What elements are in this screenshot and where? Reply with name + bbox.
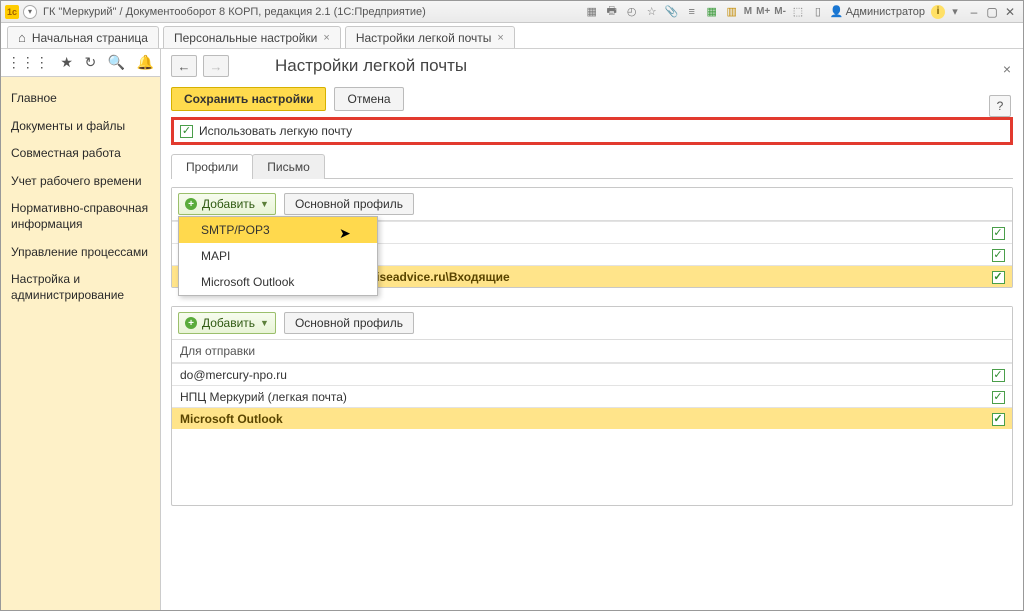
bell-icon[interactable]: 🔔 [137, 54, 154, 71]
use-light-mail-checkbox[interactable] [180, 125, 193, 138]
dropdown-item-smtp[interactable]: SMTP/POP3 [179, 217, 377, 243]
row-checkbox[interactable] [988, 389, 1008, 404]
print-icon[interactable]: 🖶 [603, 4, 621, 20]
toolbar-icon-4[interactable]: ☆ [643, 4, 661, 20]
info-icon[interactable]: i [931, 5, 945, 19]
quickbar: ⋮⋮⋮ ★ ↻ 🔍 🔔 [1, 49, 160, 77]
add-send-profile-button[interactable]: + Добавить ▼ [178, 312, 276, 334]
nav-timesheet[interactable]: Учет рабочего времени [1, 168, 160, 196]
left-column: ⋮⋮⋮ ★ ↻ 🔍 🔔 Главное Документы и файлы Со… [1, 49, 161, 610]
tab-personal-settings[interactable]: Персональные настройки × [163, 26, 341, 48]
user-label: Администратор [846, 6, 925, 18]
calculator-icon[interactable]: ▥ [723, 4, 741, 20]
dropdown-item-outlook[interactable]: Microsoft Outlook [179, 269, 377, 295]
subtab-profiles[interactable]: Профили [171, 154, 253, 179]
nav-list: Главное Документы и файлы Совместная раб… [1, 77, 160, 610]
row-checkbox[interactable] [988, 367, 1008, 382]
cancel-button[interactable]: Отмена [334, 87, 403, 111]
memory-mminus[interactable]: M- [772, 6, 788, 17]
toolbar-icon-box[interactable]: ⬚ [789, 4, 807, 20]
add-profile-button[interactable]: + Добавить ▼ [178, 193, 276, 215]
row-label: Microsoft Outlook [180, 412, 988, 426]
window-title: ГК "Меркурий" / Документооборот 8 КОРП, … [43, 6, 426, 18]
add-profile-dropdown: SMTP/POP3 ➤ MAPI Microsoft Outlook [178, 216, 378, 296]
tab-light-mail-settings[interactable]: Настройки легкой почты × [345, 26, 515, 48]
tab-home[interactable]: Начальная страница [7, 26, 159, 48]
app-logo-icon: 1c [5, 5, 19, 19]
maximize-button[interactable]: ▢ [983, 4, 1001, 20]
toolbar-icon-1[interactable]: ▦ [583, 4, 601, 20]
row-label: do@mercury-npo.ru [180, 368, 988, 382]
memory-m[interactable]: M [742, 6, 754, 17]
nav-main[interactable]: Главное [1, 85, 160, 113]
tab-label: Настройки легкой почты [356, 31, 492, 45]
caret-down-icon: ▼ [260, 318, 269, 328]
table-row-selected[interactable]: Microsoft Outlook [172, 407, 1012, 429]
close-window-button[interactable]: ✕ [1001, 4, 1019, 20]
toolbar-icon-doc[interactable]: ▯ [809, 4, 827, 20]
save-button[interactable]: Сохранить настройки [171, 87, 326, 111]
nav-admin[interactable]: Настройка и администрирование [1, 266, 160, 309]
toolbar-icon-6[interactable]: ≡ [683, 4, 701, 20]
plus-icon: + [185, 317, 197, 329]
nav-reference[interactable]: Нормативно-справочная информация [1, 195, 160, 238]
row-checkbox[interactable] [988, 247, 1008, 262]
apps-icon[interactable]: ⋮⋮⋮ [7, 54, 49, 71]
titlebar: 1c ▾ ГК "Меркурий" / Документооборот 8 К… [1, 1, 1023, 23]
subtabs: Профили Письмо [171, 153, 1013, 179]
subtab-letter[interactable]: Письмо [252, 154, 325, 179]
help-button[interactable]: ? [989, 95, 1011, 117]
tab-close-icon[interactable]: × [497, 32, 503, 44]
nav-processes[interactable]: Управление процессами [1, 239, 160, 267]
titlebar-dropdown-icon[interactable]: ▾ [23, 5, 37, 19]
memory-mplus[interactable]: M+ [754, 6, 772, 17]
tab-close-icon[interactable]: × [323, 32, 329, 44]
caret-down-icon: ▼ [260, 199, 269, 209]
table-row[interactable]: НПЦ Меркурий (легкая почта) [172, 385, 1012, 407]
use-light-mail-label: Использовать легкую почту [199, 124, 352, 138]
minimize-button[interactable]: – [965, 4, 983, 20]
table-row[interactable]: do@mercury-npo.ru [172, 363, 1012, 385]
nav-documents[interactable]: Документы и файлы [1, 113, 160, 141]
toolbar-icon-5[interactable]: 📎 [663, 4, 681, 20]
calendar-icon[interactable]: ▦ [703, 4, 721, 20]
plus-icon: + [185, 198, 197, 210]
nav-forward-button[interactable]: → [203, 55, 229, 77]
add-label: Добавить [202, 197, 255, 211]
history-icon[interactable]: ↻ [84, 54, 96, 71]
nav-collab[interactable]: Совместная работа [1, 140, 160, 168]
row-checkbox[interactable] [988, 225, 1008, 240]
toolbar-icon-3[interactable]: ◴ [623, 4, 641, 20]
main-send-profile-button[interactable]: Основной профиль [284, 312, 414, 334]
profiles-send-section: + Добавить ▼ Основной профиль Для отправ… [171, 306, 1013, 506]
main-profile-button[interactable]: Основной профиль [284, 193, 414, 215]
use-light-mail-highlight: Использовать легкую почту [171, 117, 1013, 145]
dropdown-item-mapi[interactable]: MAPI [179, 243, 377, 269]
search-icon[interactable]: 🔍 [108, 54, 125, 71]
grid-header: Для отправки [172, 340, 1012, 363]
row-checkbox[interactable] [988, 269, 1008, 284]
user-icon: 👤 [830, 5, 844, 18]
row-label: НПЦ Меркурий (легкая почта) [180, 390, 988, 404]
main-area: × ← → Настройки легкой почты Сохранить н… [161, 49, 1023, 610]
add-label: Добавить [202, 316, 255, 330]
user-menu[interactable]: 👤 Администратор [828, 5, 931, 18]
tab-label: Персональные настройки [174, 31, 317, 45]
nav-back-button[interactable]: ← [171, 55, 197, 77]
page-title: Настройки легкой почты [275, 56, 467, 76]
tab-home-label: Начальная страница [32, 31, 148, 45]
profiles-receive-section: + Добавить ▼ Основной профиль SMTP/POP3 … [171, 187, 1013, 288]
page-close-icon[interactable]: × [1003, 61, 1011, 77]
info-dropdown-icon[interactable]: ▾ [946, 4, 964, 20]
star-icon[interactable]: ★ [60, 54, 73, 71]
document-tabbar: Начальная страница Персональные настройк… [1, 23, 1023, 49]
row-checkbox[interactable] [988, 411, 1008, 426]
